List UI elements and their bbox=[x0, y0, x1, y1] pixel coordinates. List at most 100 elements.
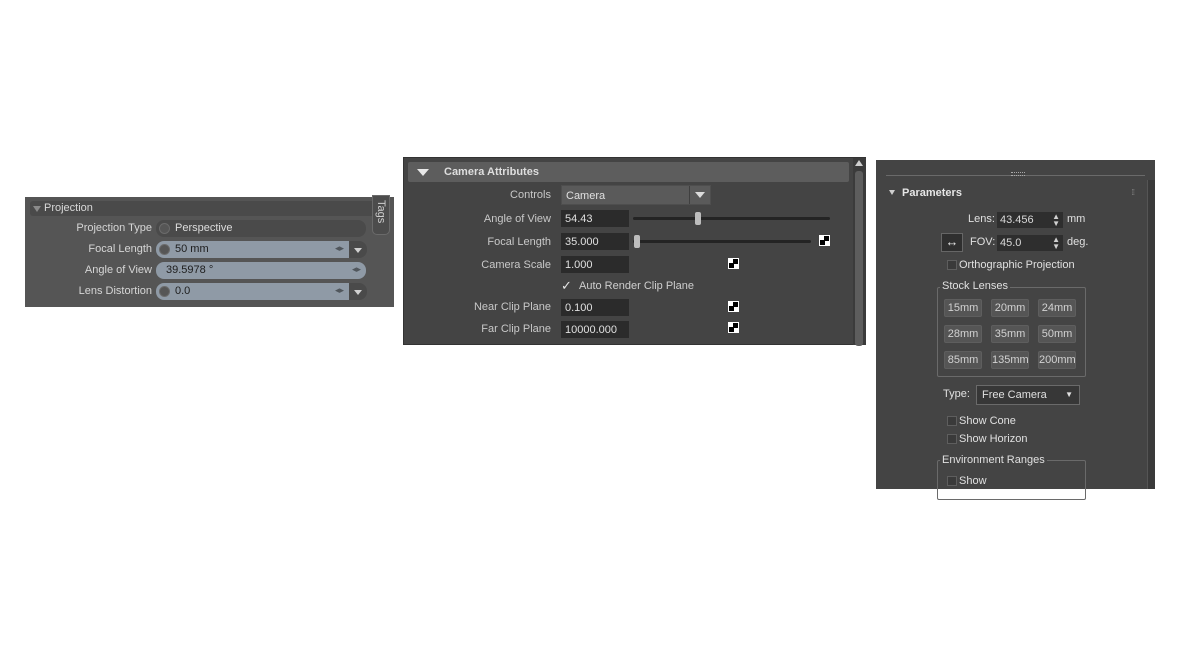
parameters-panel: Parameters ⁞⁞ Lens: 43.456 ▲ ▼ mm ↔ FOV: … bbox=[876, 160, 1155, 500]
lens-28mm-button[interactable]: 28mm bbox=[944, 325, 982, 343]
angle-of-view-slider[interactable] bbox=[633, 217, 830, 220]
ortho-label: Orthographic Projection bbox=[959, 259, 1075, 271]
collapse-triangle-icon[interactable] bbox=[889, 190, 895, 195]
lens-distortion-label: Lens Distortion bbox=[78, 285, 152, 297]
angle-of-view-label: Angle of View bbox=[84, 264, 152, 276]
lens-200mm-button[interactable]: 200mm bbox=[1038, 351, 1076, 369]
projection-header[interactable]: Projection bbox=[30, 201, 388, 216]
camera-attributes-header[interactable]: Camera Attributes bbox=[408, 162, 849, 182]
panel-grip-icon[interactable] bbox=[1011, 172, 1025, 176]
focal-length-label: Focal Length bbox=[487, 236, 551, 248]
lens-85mm-button[interactable]: 85mm bbox=[944, 351, 982, 369]
focal-length-value: 50 mm bbox=[175, 243, 209, 255]
lens-135mm-button[interactable]: 135mm bbox=[991, 351, 1029, 369]
lens-distortion-field[interactable]: 0.0 ◂▸ bbox=[156, 283, 349, 300]
drag-arrows-icon[interactable]: ◂▸ bbox=[335, 285, 344, 296]
drag-arrows-icon[interactable]: ◂▸ bbox=[352, 264, 361, 275]
lens-20mm-button[interactable]: 20mm bbox=[991, 299, 1029, 317]
angle-of-view-label: Angle of View bbox=[483, 213, 551, 225]
fov-value: 45.0 bbox=[1000, 237, 1022, 249]
focal-length-row: Focal Length 50 mm ◂▸ bbox=[25, 241, 394, 258]
collapse-triangle-icon[interactable] bbox=[417, 169, 429, 176]
camera-type-value: Free Camera bbox=[982, 389, 1047, 401]
dropdown-arrow-icon[interactable]: ▼ bbox=[1065, 390, 1073, 399]
near-clip-label: Near Clip Plane bbox=[473, 301, 551, 313]
controls-dropdown[interactable]: Camera bbox=[561, 185, 711, 205]
projection-type-label: Projection Type bbox=[76, 222, 152, 234]
lens-distortion-value: 0.0 bbox=[175, 285, 191, 297]
angle-of-view-input[interactable]: 54.43 bbox=[561, 210, 629, 227]
auto-render-checkbox[interactable]: ✓ bbox=[561, 279, 575, 293]
env-show-checkbox[interactable] bbox=[947, 476, 957, 486]
lens-label: Lens: bbox=[968, 213, 995, 225]
angle-of-view-value: 39.5978 ° bbox=[166, 264, 214, 276]
lens-distortion-preset-chevron-icon[interactable] bbox=[349, 283, 367, 300]
vertical-scrollbar[interactable] bbox=[1147, 180, 1155, 489]
double-arrow-icon: ↔ bbox=[945, 234, 959, 249]
scroll-up-arrow-icon[interactable] bbox=[855, 160, 863, 166]
camera-attributes-title: Camera Attributes bbox=[444, 166, 539, 178]
auto-render-label: Auto Render Clip Plane bbox=[579, 280, 694, 292]
focal-length-field[interactable]: 50 mm ◂▸ bbox=[156, 241, 349, 258]
animate-dot-icon[interactable] bbox=[159, 286, 170, 297]
show-cone-checkbox[interactable] bbox=[947, 416, 957, 426]
scrollbar-thumb[interactable] bbox=[855, 171, 863, 346]
focal-length-label: Focal Length bbox=[88, 243, 152, 255]
focal-length-slider-handle[interactable] bbox=[634, 235, 640, 248]
camera-scale-input[interactable]: 1.000 bbox=[561, 256, 629, 273]
chevron-down-icon[interactable] bbox=[689, 186, 710, 204]
vertical-scrollbar[interactable] bbox=[853, 158, 866, 346]
angle-of-view-row: Angle of View 39.5978 ° ◂▸ bbox=[25, 262, 394, 279]
lens-value: 43.456 bbox=[1000, 214, 1034, 226]
controls-value: Camera bbox=[566, 190, 606, 202]
projection-type-dropdown[interactable]: Perspective bbox=[156, 220, 492, 237]
focal-length-slider[interactable] bbox=[633, 240, 811, 243]
parameters-header[interactable]: Parameters ⁞⁞ bbox=[880, 183, 1144, 203]
focal-length-input[interactable]: 35.000 bbox=[561, 233, 629, 250]
env-show-label: Show bbox=[959, 475, 987, 487]
camera-scale-map-button-icon[interactable] bbox=[728, 258, 739, 269]
animate-dot-icon[interactable] bbox=[159, 244, 170, 255]
parameters-title: Parameters bbox=[902, 187, 962, 199]
angle-of-view-field[interactable]: 39.5978 ° ◂▸ bbox=[156, 262, 366, 279]
spinner-arrows-icon[interactable]: ▲ ▼ bbox=[1052, 213, 1060, 228]
projection-type-row: Projection Type Perspective bbox=[25, 220, 492, 237]
lens-50mm-button[interactable]: 50mm bbox=[1038, 325, 1076, 343]
near-clip-input[interactable]: 0.100 bbox=[561, 299, 629, 316]
fov-spinner[interactable]: 45.0 ▲ ▼ bbox=[997, 235, 1063, 251]
type-label: Type: bbox=[943, 388, 970, 400]
camera-scale-label: Camera Scale bbox=[481, 259, 551, 271]
show-cone-label: Show Cone bbox=[959, 415, 1016, 427]
controls-label: Controls bbox=[510, 189, 551, 201]
camera-type-dropdown[interactable]: Free Camera ▼ bbox=[976, 385, 1080, 405]
spinner-arrows-icon[interactable]: ▲ ▼ bbox=[1052, 236, 1060, 251]
ortho-checkbox[interactable] bbox=[947, 260, 957, 270]
projection-panel: Projection Tags Projection Type Perspect… bbox=[25, 195, 492, 307]
angle-of-view-slider-handle[interactable] bbox=[695, 212, 701, 225]
drag-arrows-icon[interactable]: ◂▸ bbox=[335, 243, 344, 254]
near-clip-map-button-icon[interactable] bbox=[728, 301, 739, 312]
lens-15mm-button[interactable]: 15mm bbox=[944, 299, 982, 317]
fov-direction-button[interactable]: ↔ bbox=[941, 233, 963, 252]
stock-lenses-title: Stock Lenses bbox=[940, 280, 1011, 292]
collapse-triangle-icon[interactable] bbox=[33, 206, 41, 212]
fov-label: FOV: bbox=[970, 236, 996, 248]
lens-spinner[interactable]: 43.456 ▲ ▼ bbox=[997, 212, 1063, 228]
rollout-grip-icon[interactable]: ⁞⁞ bbox=[1132, 188, 1136, 197]
far-clip-label: Far Clip Plane bbox=[481, 323, 551, 335]
animate-dot-icon[interactable] bbox=[159, 223, 170, 234]
lens-35mm-button[interactable]: 35mm bbox=[991, 325, 1029, 343]
lens-unit: mm bbox=[1067, 213, 1086, 225]
show-horizon-label: Show Horizon bbox=[959, 433, 1028, 445]
show-horizon-checkbox[interactable] bbox=[947, 434, 957, 444]
far-clip-input[interactable]: 10000.000 bbox=[561, 321, 629, 338]
projection-type-value: Perspective bbox=[175, 222, 233, 234]
lens-distortion-row: Lens Distortion 0.0 ◂▸ bbox=[25, 283, 394, 300]
focal-length-preset-chevron-icon[interactable] bbox=[349, 241, 367, 258]
lens-24mm-button[interactable]: 24mm bbox=[1038, 299, 1076, 317]
camera-attributes-panel: Camera Attributes Controls Camera Angle … bbox=[403, 157, 866, 346]
far-clip-map-button-icon[interactable] bbox=[728, 322, 739, 333]
projection-title: Projection bbox=[44, 202, 93, 214]
focal-length-map-button-icon[interactable] bbox=[819, 235, 830, 246]
fov-unit: deg. bbox=[1067, 236, 1089, 248]
